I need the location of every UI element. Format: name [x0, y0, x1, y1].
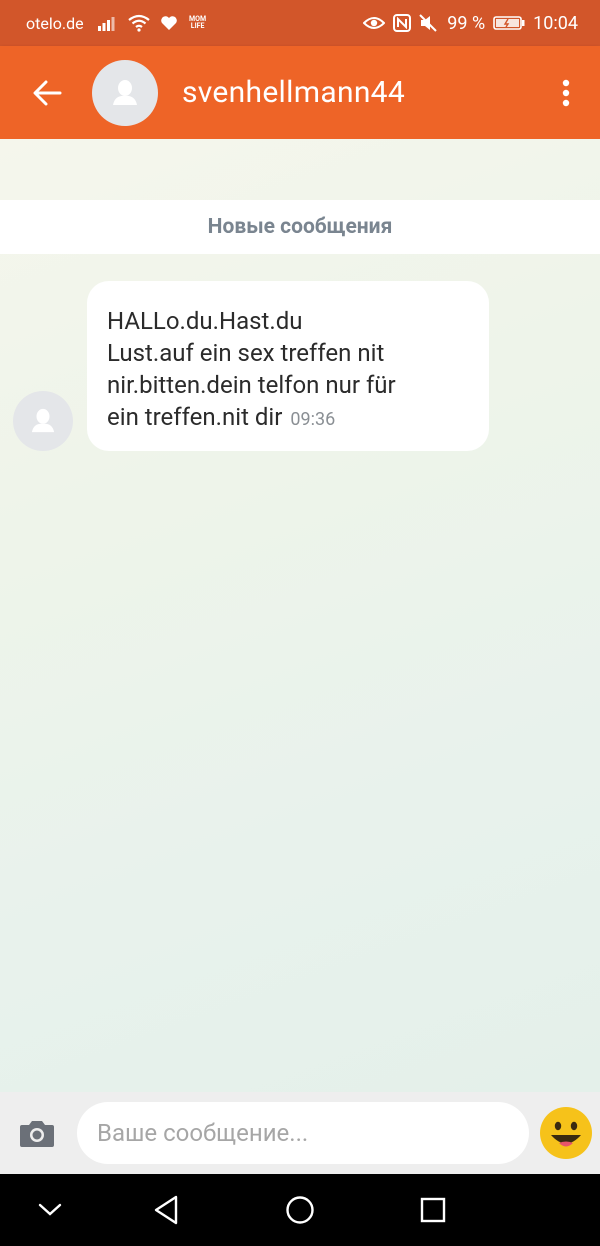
new-messages-divider: Новые сообщения — [0, 200, 600, 254]
more-options-button[interactable] — [550, 63, 582, 123]
more-vertical-icon — [562, 79, 570, 106]
contact-name[interactable]: svenhellmann44 — [182, 75, 405, 110]
composer-bar — [0, 1092, 600, 1174]
status-bar: otelo.de MOM LIFE 99 % 10:04 — [0, 0, 600, 46]
eye-icon — [363, 15, 386, 31]
message-input[interactable] — [77, 1102, 529, 1164]
carrier-label: otelo.de — [26, 13, 84, 33]
system-nav-bar — [0, 1174, 600, 1246]
nav-home-button[interactable] — [282, 1192, 318, 1228]
heart-icon — [160, 15, 178, 31]
camera-button[interactable] — [17, 1113, 57, 1153]
message-bubble[interactable]: HALLo.du.Hast.du Lust.auf ein sex treffe… — [87, 281, 489, 451]
signal-icon — [97, 15, 118, 31]
mute-icon — [419, 14, 439, 32]
emoji-icon[interactable] — [539, 1106, 593, 1160]
battery-percent: 99 % — [447, 12, 486, 34]
circle-home-icon — [286, 1196, 314, 1224]
chat-area[interactable]: Новые сообщения HALLo.du.Hast.du Lust.au… — [0, 139, 600, 1092]
message-time: 09:36 — [290, 409, 336, 430]
chat-header: svenhellmann44 — [0, 46, 600, 139]
nav-recents-button[interactable] — [415, 1192, 451, 1228]
nav-hide-button[interactable] — [32, 1192, 68, 1228]
square-recents-icon — [420, 1197, 446, 1223]
camera-icon — [20, 1121, 54, 1147]
app-badge: MOM LIFE — [189, 15, 207, 30]
arrow-left-icon — [33, 80, 62, 105]
chevron-down-icon — [38, 1203, 62, 1216]
user-silhouette-icon — [31, 408, 55, 433]
battery-icon — [493, 15, 525, 31]
wifi-icon — [127, 14, 150, 32]
triangle-back-icon — [154, 1195, 178, 1225]
nfc-icon — [393, 14, 412, 32]
user-silhouette-icon — [113, 79, 137, 105]
sender-avatar[interactable] — [13, 391, 73, 451]
message-text: HALLo.du.Hast.du Lust.auf ein sex treffe… — [107, 307, 396, 431]
clock: 10:04 — [533, 12, 578, 34]
back-button[interactable] — [14, 60, 80, 126]
nav-back-button[interactable] — [148, 1192, 184, 1228]
contact-avatar[interactable] — [92, 59, 158, 126]
